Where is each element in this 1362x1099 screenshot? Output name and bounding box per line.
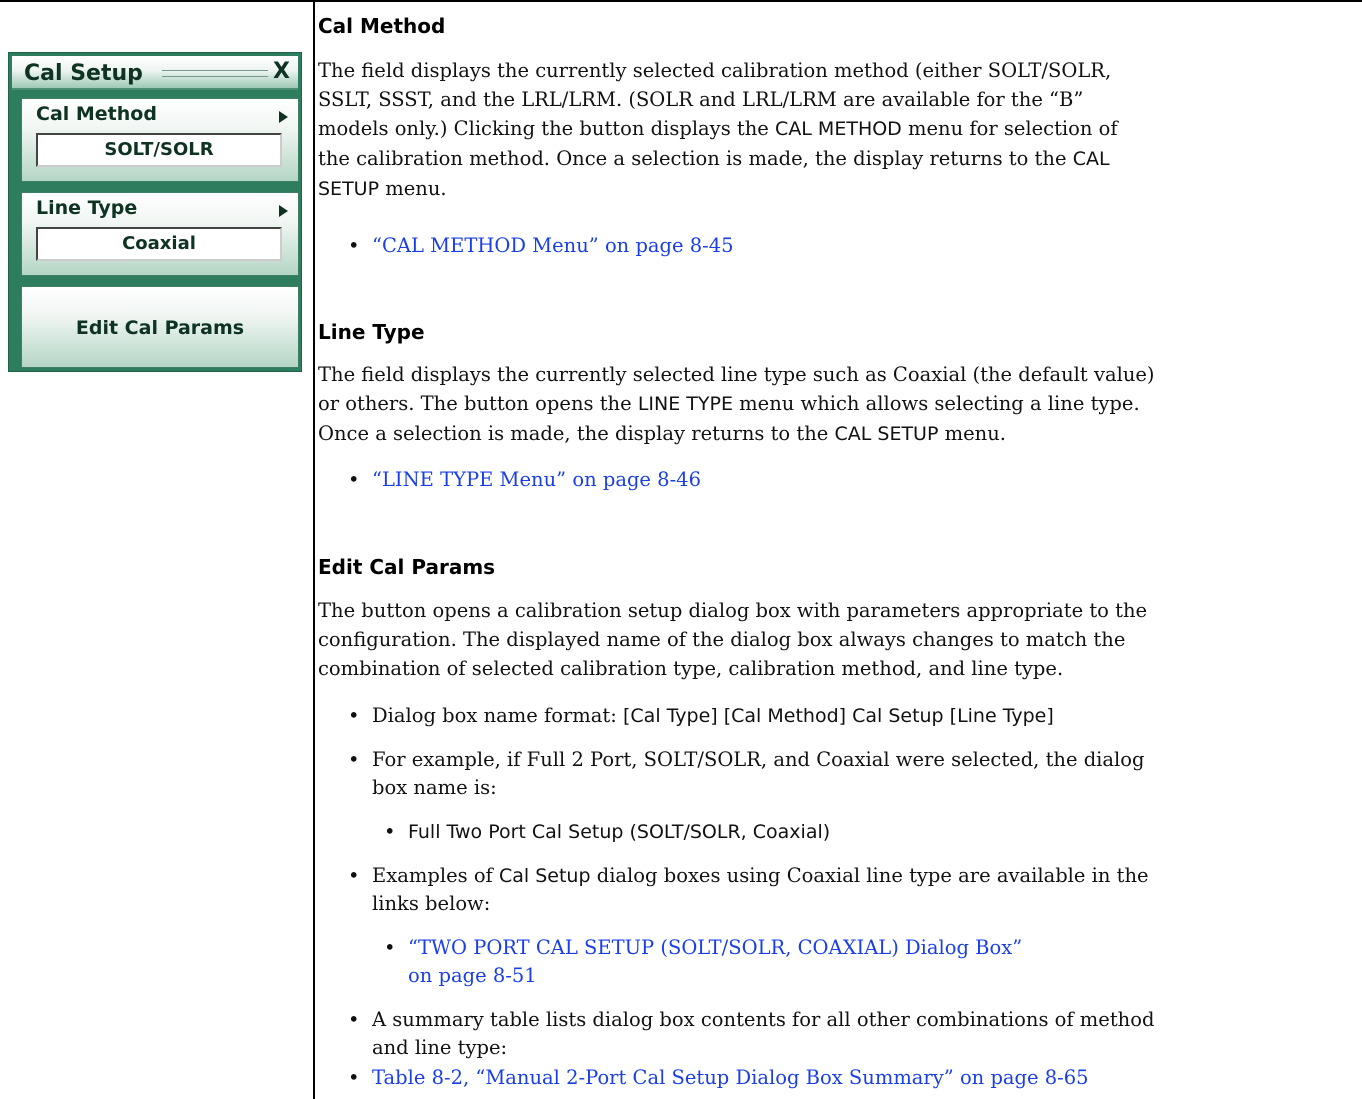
link-two-port-cal-setup-dialog[interactable]: “TWO PORT CAL SETUP (SOLT/SOLR, COAXIAL)… <box>408 934 1022 990</box>
cal-setup-menu: Cal Setup X Cal Method SOLT/SOLR Line Ty… <box>8 52 302 372</box>
list-item: • Dialog box name format: [Cal Type] [Ca… <box>348 702 1054 730</box>
text-line: SETUP menu. <box>318 174 1358 204</box>
line-type-paragraph: The field displays the currently selecte… <box>318 360 1358 449</box>
text-line: Once a selection is made, the display re… <box>318 419 1358 449</box>
text-run: menu. <box>938 422 1006 445</box>
ui-term: Cal Setup <box>498 865 591 887</box>
text-run: models only.) Clicking the button displa… <box>318 117 776 140</box>
bullet-icon: • <box>348 1008 360 1031</box>
ui-term: [Cal Type] [Cal Method] Cal Setup [Line … <box>623 705 1054 727</box>
title-bar-rule <box>162 70 268 77</box>
arrow-right-icon <box>279 111 288 123</box>
ui-term: SETUP <box>318 178 380 200</box>
text-line: A summary table lists dialog box content… <box>372 1008 1155 1031</box>
text-line: The button opens a calibration setup dia… <box>318 599 1148 622</box>
dialog-name-example: Full Two Port Cal Setup (SOLT/SOLR, Coax… <box>408 821 831 843</box>
ui-term: CAL SETUP <box>834 423 939 445</box>
text-run: menu. <box>379 177 447 200</box>
line-type-label: Line Type <box>36 197 138 219</box>
bullet-icon: • <box>348 704 360 727</box>
close-button[interactable]: X <box>273 59 290 84</box>
text-line: combination of selected calibration type… <box>318 657 1064 680</box>
bullet-icon: • <box>348 468 360 491</box>
sub-list-item: • “TWO PORT CAL SETUP (SOLT/SOLR, COAXIA… <box>384 934 1022 990</box>
menu-title-bar: Cal Setup X <box>12 56 298 90</box>
list-item: • Table 8-2, “Manual 2-Port Cal Setup Di… <box>348 1064 1089 1092</box>
text-line: The field displays the currently selecte… <box>318 59 1112 82</box>
ui-term: CAL METHOD <box>775 118 902 140</box>
bullet-icon: • <box>384 936 396 959</box>
menu-title: Cal Setup <box>24 61 143 86</box>
sub-list-item: • Full Two Port Cal Setup (SOLT/SOLR, Co… <box>384 818 830 846</box>
top-rule <box>0 0 1362 2</box>
list-item: • “LINE TYPE Menu” on page 8-46 <box>348 466 701 494</box>
link-cal-setup-summary-table[interactable]: Table 8-2, “Manual 2-Port Cal Setup Dial… <box>372 1066 1089 1089</box>
link-line-type-menu[interactable]: “LINE TYPE Menu” on page 8-46 <box>372 468 701 491</box>
text-run: Once a selection is made, the display re… <box>318 422 835 445</box>
line-type-field: Coaxial <box>36 227 282 261</box>
cal-method-button[interactable]: Cal Method SOLT/SOLR <box>21 98 299 182</box>
link-cal-method-menu[interactable]: “CAL METHOD Menu” on page 8-45 <box>372 234 734 257</box>
ui-term: CAL <box>1072 148 1110 170</box>
text-line: or others. The button opens the LINE TYP… <box>318 389 1358 419</box>
text-run: or others. The button opens the <box>318 392 638 415</box>
text-line: configuration. The displayed name of the… <box>318 628 1126 651</box>
cal-method-label: Cal Method <box>36 103 157 125</box>
edit-cal-params-button[interactable]: Edit Cal Params <box>21 286 299 368</box>
text-run: menu for selection of <box>901 117 1118 140</box>
arrow-right-icon <box>279 205 288 217</box>
text-line: links below: <box>372 892 491 915</box>
link-text-line: “TWO PORT CAL SETUP (SOLT/SOLR, COAXIAL)… <box>408 936 1023 959</box>
ui-term: LINE TYPE <box>637 393 733 415</box>
text-line: box name is: <box>372 776 497 799</box>
text-line: Examples of Cal Setup dialog boxes using… <box>372 862 1358 890</box>
list-item: • “CAL METHOD Menu” on page 8-45 <box>348 232 734 260</box>
bullet-icon: • <box>384 820 396 843</box>
text-line: The field displays the currently selecte… <box>318 363 1155 386</box>
text-run: the calibration method. Once a selection… <box>318 147 1073 170</box>
section-heading-edit-cal-params: Edit Cal Params <box>318 555 496 579</box>
line-type-button[interactable]: Line Type Coaxial <box>21 192 299 276</box>
text-line: models only.) Clicking the button displa… <box>318 114 1358 144</box>
text-line: SSLT, SSST, and the LRL/LRM. (SOLR and L… <box>318 88 1084 111</box>
text-run: dialog boxes using Coaxial line type are… <box>590 864 1149 887</box>
text-run: menu which allows selecting a line type. <box>732 392 1140 415</box>
list-item: • For example, if Full 2 Port, SOLT/SOLR… <box>348 746 1358 802</box>
section-heading-cal-method: Cal Method <box>318 14 446 38</box>
text-line: For example, if Full 2 Port, SOLT/SOLR, … <box>372 748 1145 771</box>
list-item: • A summary table lists dialog box conte… <box>348 1006 1358 1062</box>
column-divider <box>313 0 315 1099</box>
text-run: Examples of <box>372 864 499 887</box>
bullet-icon: • <box>348 864 360 887</box>
text-run: Dialog box name format: <box>372 704 623 727</box>
text-line: the calibration method. Once a selection… <box>318 144 1358 174</box>
link-text-line: on page 8-51 <box>408 964 537 987</box>
cal-method-field: SOLT/SOLR <box>36 133 282 167</box>
bullet-icon: • <box>348 234 360 257</box>
bullet-icon: • <box>348 1066 360 1089</box>
edit-cal-params-paragraph: The button opens a calibration setup dia… <box>318 596 1358 683</box>
edit-cal-params-label: Edit Cal Params <box>75 317 245 339</box>
section-heading-line-type: Line Type <box>318 320 425 344</box>
bullet-icon: • <box>348 748 360 771</box>
text-line: and line type: <box>372 1036 508 1059</box>
cal-method-paragraph: The field displays the currently selecte… <box>318 56 1358 204</box>
list-item: • Examples of Cal Setup dialog boxes usi… <box>348 862 1358 918</box>
